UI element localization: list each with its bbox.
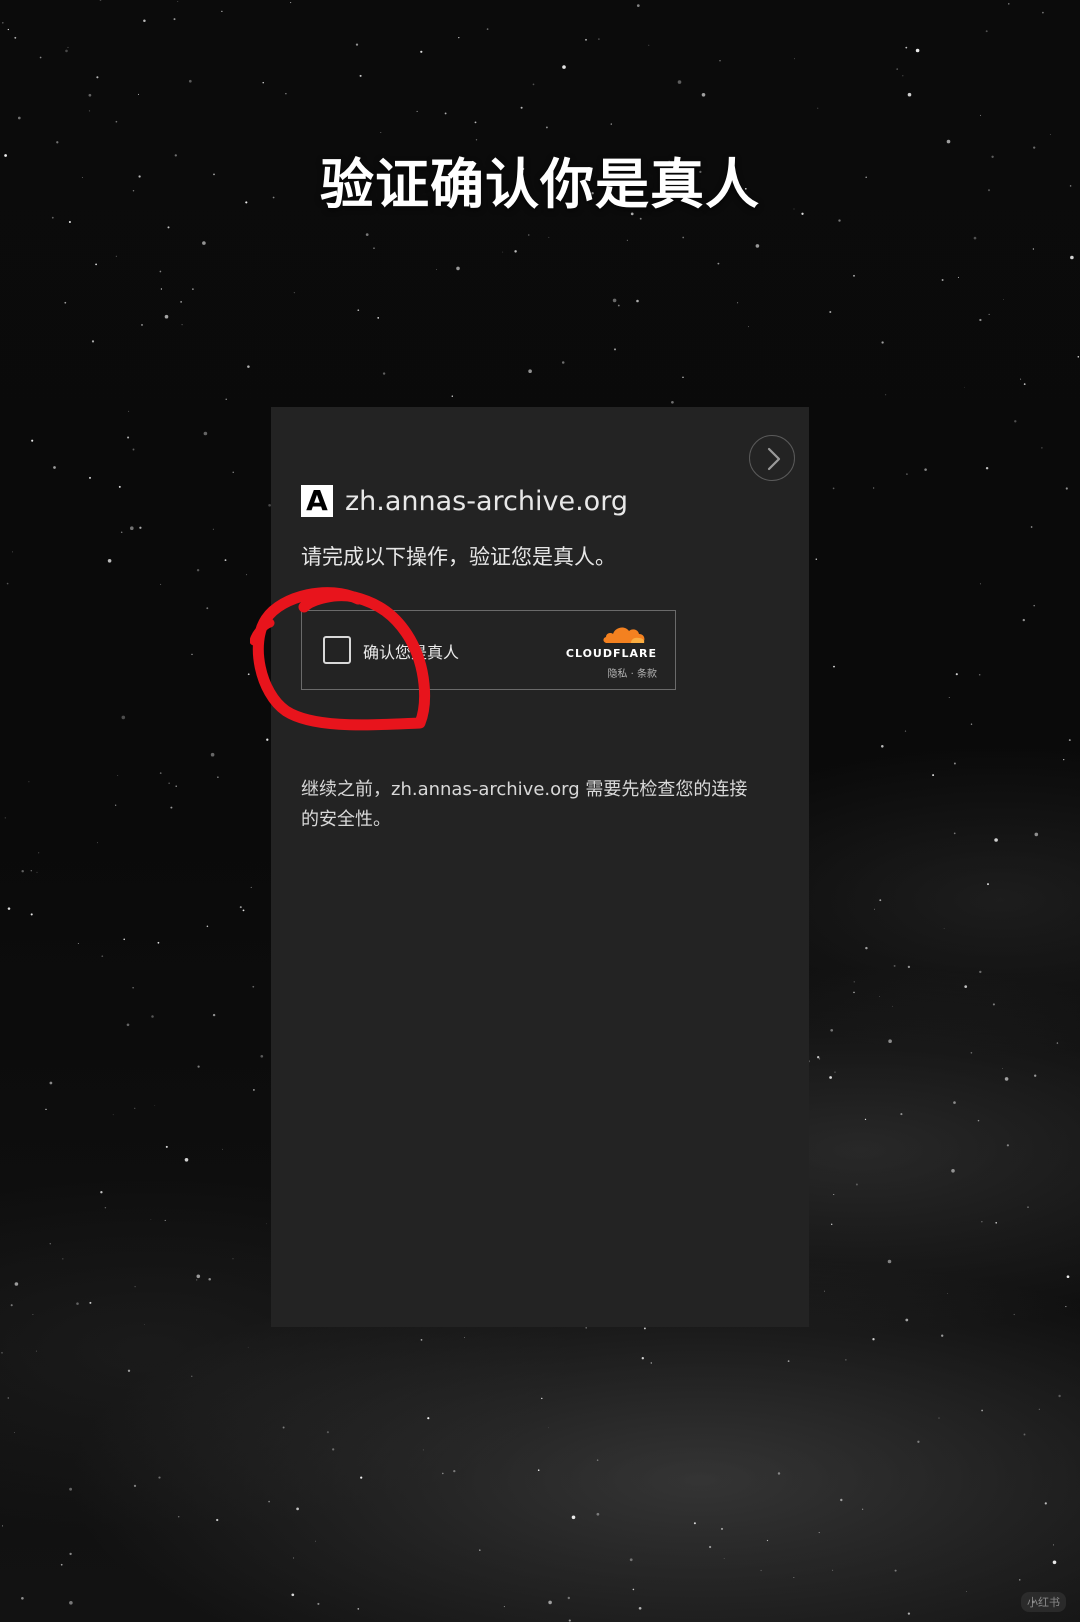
cloudflare-wordmark: CLOUDFLARE xyxy=(565,647,657,660)
cloud-icon xyxy=(603,627,645,643)
site-header: A zh.annas-archive.org xyxy=(301,481,628,521)
terms-link[interactable]: 条款 xyxy=(637,669,657,680)
notice-line: 的安全性。 xyxy=(301,809,391,830)
privacy-link[interactable]: 隐私 xyxy=(607,669,627,680)
watermark-logo: 小红书 xyxy=(1021,1592,1066,1612)
red-circle-annotation xyxy=(250,587,431,731)
link-separator: · xyxy=(630,669,634,680)
notice-line: 继续之前，zh.annas-archive.org 需要先检查您的连接 xyxy=(301,779,748,800)
instruction-text: 请完成以下操作，验证您是真人。 xyxy=(301,545,616,569)
next-button[interactable] xyxy=(749,435,795,481)
chevron-right-icon xyxy=(767,447,781,471)
security-check-notice: 继续之前，zh.annas-archive.org 需要先检查您的连接 的安全性… xyxy=(301,775,781,835)
verification-dialog: A zh.annas-archive.org 请完成以下操作，验证您是真人。 确… xyxy=(271,407,809,1327)
cloudflare-brand: CLOUDFLARE 隐私 · 条款 xyxy=(547,623,657,683)
site-logo: A xyxy=(301,485,333,517)
cloudflare-links: 隐私 · 条款 xyxy=(607,665,657,680)
page-headline: 验证确认你是真人 xyxy=(320,153,760,216)
site-domain: zh.annas-archive.org xyxy=(345,485,628,517)
